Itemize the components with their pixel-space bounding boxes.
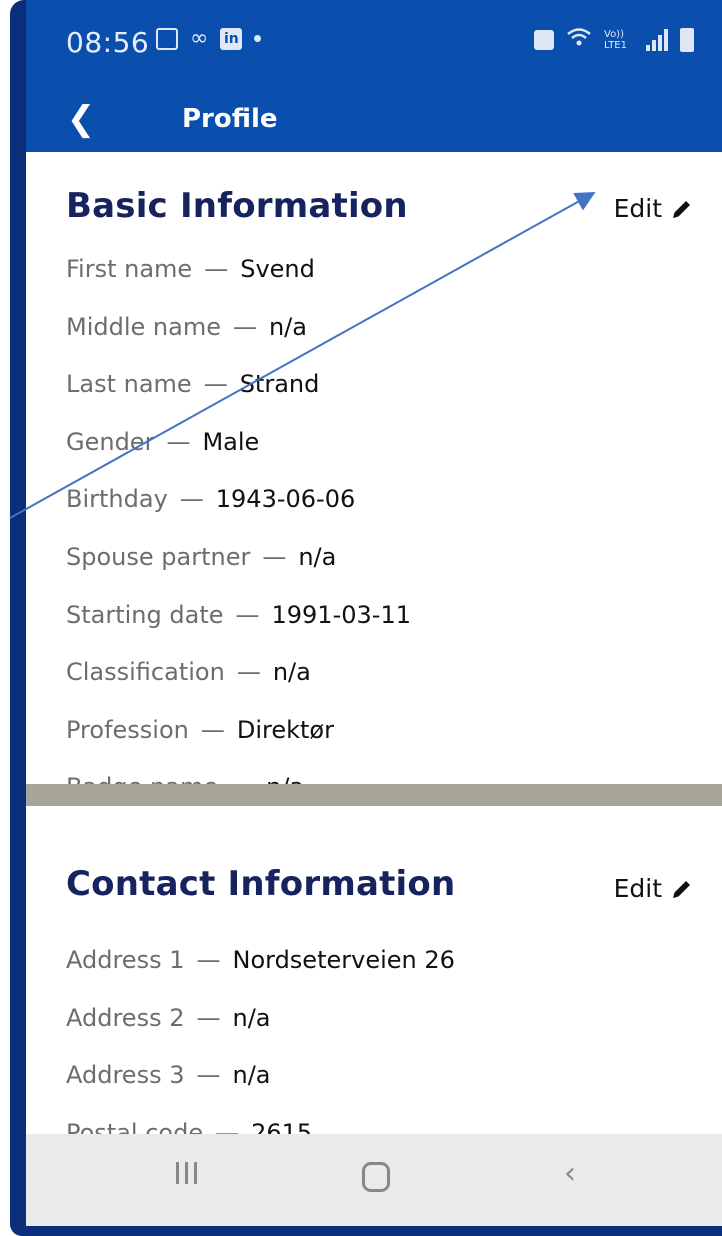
field-row: Gender — Male — [66, 428, 259, 456]
basic-information-card: Basic Information Edit First name — Svend M… — [26, 152, 722, 801]
contact-edit-button[interactable]: Edit — [614, 874, 694, 903]
field-value: n/a — [272, 658, 311, 687]
field-label: Starting date — [66, 600, 224, 629]
field-separator: — — [203, 370, 228, 399]
field-value: 1991-03-11 — [271, 600, 411, 629]
screenshot-icon — [534, 30, 554, 50]
field-label: Address 1 — [66, 946, 185, 974]
contact-information-card: Contact Information Edit Address 1 — Nords… — [26, 806, 722, 1147]
field-row: Profession — Direktør — [66, 716, 334, 744]
field-value: Strand — [239, 370, 320, 399]
field-value: n/a — [232, 1061, 271, 1090]
volte-icon: Vo)) LTE1 — [604, 29, 627, 51]
link-icon: ∞ — [190, 26, 209, 51]
field-separator: — — [196, 1003, 221, 1032]
status-icons-right: Vo)) LTE1 — [534, 26, 694, 54]
field-separator: — — [232, 312, 257, 341]
field-separator: — — [235, 600, 260, 629]
field-label: Spouse partner — [66, 543, 251, 571]
pencil-icon — [673, 200, 690, 218]
field-value: Svend — [240, 255, 315, 283]
field-value: 1943-06-06 — [215, 485, 356, 514]
battery-icon — [680, 28, 694, 52]
field-separator: — — [196, 1061, 221, 1090]
field-row: Starting date — 1991-03-11 — [66, 601, 411, 629]
screen: 08:56 ∞ in Vo)) LTE1 ❮ Profile Basic Inf… — [26, 0, 722, 1226]
status-bar: 08:56 ∞ in Vo)) LTE1 — [26, 0, 722, 86]
field-label: Gender — [66, 427, 155, 456]
field-value: n/a — [268, 312, 307, 341]
gallery-icon — [156, 27, 178, 50]
contact-edit-label: Edit — [613, 874, 662, 903]
field-row: Address 3 — n/a — [66, 1061, 271, 1089]
app-bar: ❮ Profile — [26, 86, 722, 152]
field-value: n/a — [232, 1003, 271, 1032]
field-label: First name — [66, 255, 193, 283]
field-value: Nordseterveien 26 — [232, 946, 455, 974]
field-row: Spouse partner — n/a — [66, 543, 336, 571]
nav-back-button[interactable]: ‹ — [564, 1156, 576, 1191]
basic-edit-label: Edit — [613, 194, 662, 223]
dot-icon — [254, 35, 262, 42]
contact-information-title: Contact Information — [66, 864, 456, 904]
field-value: Male — [202, 427, 260, 456]
field-value: Direktør — [236, 715, 334, 744]
field-row: Classification — n/a — [66, 658, 311, 686]
basic-edit-button[interactable]: Edit — [614, 194, 694, 223]
section-divider — [26, 784, 722, 806]
field-label: Classification — [66, 658, 225, 687]
field-label: Last name — [66, 370, 192, 399]
phone-frame: 08:56 ∞ in Vo)) LTE1 ❮ Profile Basic Inf… — [10, 0, 722, 1236]
wifi-icon — [566, 26, 592, 54]
field-separator: — — [196, 946, 221, 974]
field-row: Birthday — 1943-06-06 — [66, 485, 355, 513]
system-nav-bar: ‹ — [26, 1134, 722, 1226]
chevron-left-icon: ‹ — [564, 1156, 576, 1191]
field-row: Last name — Strand — [66, 370, 319, 398]
field-row: Address 1 — Nordseterveien 26 — [66, 946, 455, 974]
page-title: Profile — [182, 104, 278, 134]
field-separator: — — [236, 658, 261, 687]
signal-icon — [646, 29, 668, 51]
field-separator: — — [179, 485, 204, 514]
field-label: Middle name — [66, 312, 221, 341]
field-row: First name — Svend — [66, 255, 315, 283]
field-label: Profession — [66, 715, 189, 744]
field-separator: — — [204, 255, 229, 283]
back-button[interactable]: ❮ — [56, 94, 106, 144]
status-icons-left: ∞ in — [156, 26, 262, 51]
status-time: 08:56 — [66, 26, 150, 59]
field-separator: — — [200, 715, 225, 744]
pencil-icon — [673, 880, 690, 898]
basic-information-title: Basic Information — [66, 186, 408, 226]
field-label: Birthday — [66, 485, 168, 514]
field-label: Address 3 — [66, 1061, 185, 1090]
field-row: Middle name — n/a — [66, 313, 307, 341]
linkedin-icon: in — [220, 27, 243, 50]
field-separator: — — [262, 543, 287, 571]
field-label: Address 2 — [66, 1003, 185, 1032]
field-value: n/a — [298, 543, 337, 571]
field-row: Address 2 — n/a — [66, 1004, 271, 1032]
chevron-left-icon: ❮ — [66, 99, 96, 139]
recents-button[interactable] — [176, 1162, 197, 1184]
field-separator: — — [166, 427, 191, 456]
home-button[interactable] — [362, 1162, 390, 1192]
